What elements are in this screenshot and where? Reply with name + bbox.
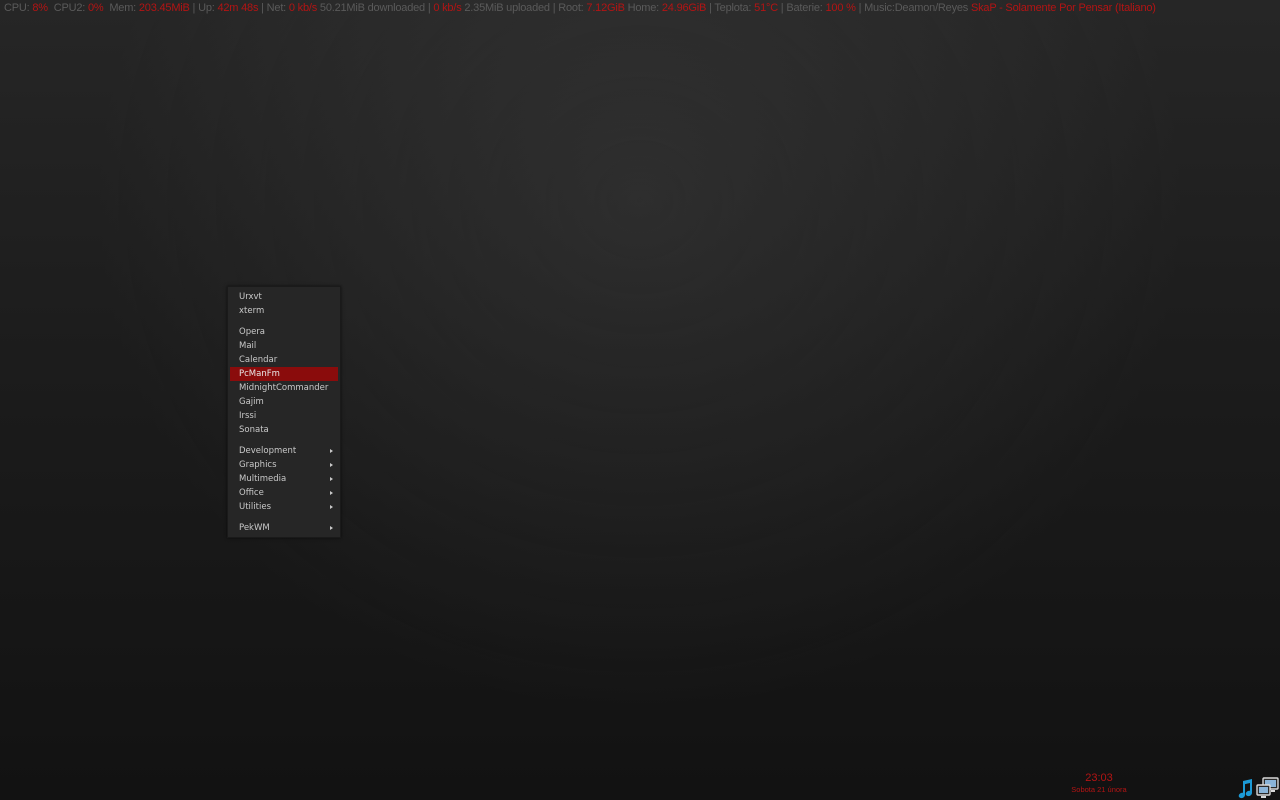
menu-item-utilities[interactable]: Utilities — [230, 500, 338, 514]
music-note-icon[interactable] — [1235, 778, 1255, 800]
cpu2-value: 0% — [87, 2, 104, 14]
separator: | — [858, 2, 862, 14]
clock-time: 23:03 — [1085, 772, 1113, 784]
menu-item-sonata[interactable]: Sonata — [230, 423, 338, 437]
menu-item-label: Calendar — [239, 355, 278, 365]
home-label: Home: — [627, 2, 660, 14]
menu-item-label: xterm — [239, 306, 265, 316]
separator: | — [427, 2, 431, 14]
conky-status-bar: CPU: 8% CPU2: 0% Mem: 203.45MiB | Up: 42… — [4, 1, 1156, 15]
music-artist: Deamon/Reyes — [894, 2, 969, 14]
menu-separator — [228, 318, 340, 325]
home-value: 24.96GiB — [661, 2, 707, 14]
menu-item-mail[interactable]: Mail — [230, 339, 338, 353]
menu-item-calendar[interactable]: Calendar — [230, 353, 338, 367]
battery-value: 100 % — [825, 2, 856, 14]
submenu-arrow-icon — [330, 491, 333, 495]
network-computer-icon[interactable] — [1256, 776, 1280, 800]
menu-item-label: Gajim — [239, 397, 264, 407]
downloaded-total: 50.21MiB downloaded — [319, 2, 425, 14]
menu-item-label: Mail — [239, 341, 257, 351]
separator: | — [780, 2, 784, 14]
menu-item-label: Urxvt — [239, 292, 262, 302]
menu-item-opera[interactable]: Opera — [230, 325, 338, 339]
root-menu: Urxvt xterm Opera Mail Calendar PcManFm Midnig… — [227, 286, 341, 538]
menu-item-development[interactable]: Development — [230, 444, 338, 458]
cpu2-label: CPU2: — [53, 2, 86, 14]
separator: | — [261, 2, 264, 14]
download-speed: 0 kb/s — [288, 2, 318, 14]
menu-item-pcmanfm[interactable]: PcManFm — [230, 367, 338, 381]
clock-date: Sobota 21 února — [1071, 785, 1127, 794]
menu-item-label: Opera — [239, 327, 266, 337]
menu-item-urxvt[interactable]: Urxvt — [230, 290, 338, 304]
menu-item-label: Utilities — [239, 502, 271, 512]
uptime-value: 42m 48s — [217, 2, 259, 14]
battery-label: Baterie: — [786, 2, 823, 14]
menu-item-irssi[interactable]: Irssi — [230, 409, 338, 423]
menu-item-office[interactable]: Office — [230, 486, 338, 500]
menu-separator — [228, 437, 340, 444]
menu-item-label: PekWM — [239, 523, 270, 533]
submenu-arrow-icon — [330, 526, 333, 530]
separator: | — [192, 2, 196, 14]
cpu-label: CPU: — [4, 2, 30, 14]
menu-item-label: Multimedia — [239, 474, 287, 484]
menu-item-label: Development — [239, 446, 297, 456]
root-value: 7.12GiB — [586, 2, 625, 14]
uptime-label: Up: — [198, 2, 215, 14]
menu-separator — [228, 514, 340, 521]
music-label: Music: — [864, 2, 895, 14]
menu-item-midnightcommander[interactable]: MidnightCommander — [230, 381, 338, 395]
music-track: SkaP - Solamente Por Pensar (Italiano) — [970, 2, 1156, 14]
separator: | — [709, 2, 712, 14]
menu-item-label: Sonata — [239, 425, 269, 435]
temp-label: Teplota: — [714, 2, 752, 14]
mem-value: 203.45MiB — [138, 2, 190, 14]
root-label: Root: — [558, 2, 584, 14]
menu-item-label: Office — [239, 488, 264, 498]
submenu-arrow-icon — [330, 477, 333, 481]
menu-item-gajim[interactable]: Gajim — [230, 395, 338, 409]
menu-item-xterm[interactable]: xterm — [230, 304, 338, 318]
upload-speed: 0 kb/s — [433, 2, 462, 14]
temp-value: 51°C — [754, 2, 778, 14]
uploaded-total: 2.35MiB uploaded — [464, 2, 550, 14]
cpu-value: 8% — [32, 2, 48, 14]
mem-label: Mem: — [109, 2, 137, 14]
clock[interactable]: 23:03 Sobota 21 února — [1060, 772, 1138, 795]
menu-item-graphics[interactable]: Graphics — [230, 458, 338, 472]
menu-item-multimedia[interactable]: Multimedia — [230, 472, 338, 486]
separator: | — [552, 2, 556, 14]
menu-item-pekwm[interactable]: PekWM — [230, 521, 338, 535]
submenu-arrow-icon — [330, 449, 333, 453]
submenu-arrow-icon — [330, 505, 333, 509]
net-label: Net: — [266, 2, 287, 14]
menu-item-label: MidnightCommander — [239, 383, 329, 393]
submenu-arrow-icon — [330, 463, 333, 467]
menu-item-label: Graphics — [239, 460, 277, 470]
menu-item-label: PcManFm — [239, 369, 280, 379]
menu-item-label: Irssi — [239, 411, 257, 421]
